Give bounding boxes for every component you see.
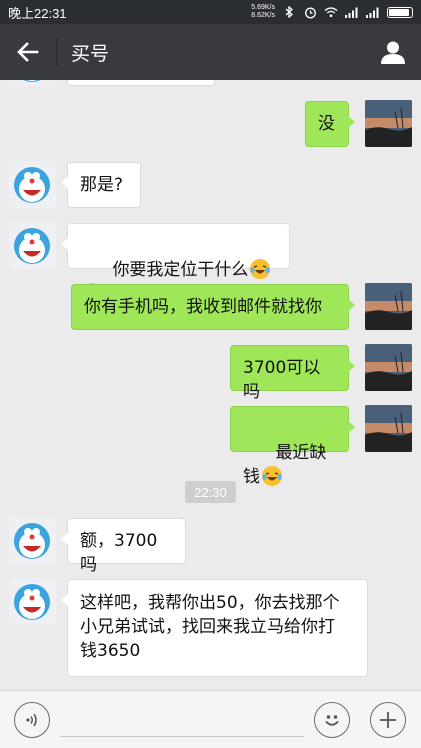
laughing-tears-emoji-icon: [262, 466, 282, 486]
title-bar: 买号: [0, 24, 421, 80]
message-bubble-incoming[interactable]: 你要我定位干什么: [61, 223, 290, 303]
chat-info-button[interactable]: [365, 24, 421, 80]
status-time: 晚上22:31: [8, 5, 67, 21]
back-button[interactable]: [0, 24, 56, 80]
laughing-tears-emoji-icon: [250, 259, 271, 279]
message-text: 你要我定位干什么: [112, 260, 249, 280]
contact-avatar[interactable]: [9, 578, 56, 625]
emoji-button[interactable]: [314, 702, 350, 738]
signal-icon-2: [366, 6, 380, 18]
input-bar: [0, 690, 421, 748]
more-options-button[interactable]: [370, 702, 406, 738]
smiley-icon: [325, 715, 339, 726]
message-bubble-outgoing[interactable]: 最近缺钱: [230, 406, 355, 487]
message-bubble-outgoing[interactable]: 没: [305, 101, 355, 147]
signal-icon-1: [345, 6, 359, 18]
voice-button[interactable]: [14, 702, 50, 738]
my-avatar[interactable]: [365, 344, 412, 391]
message-bubble-incoming[interactable]: 那是?: [61, 162, 141, 208]
timestamp-divider: 22:30: [185, 481, 236, 503]
status-icons: 5.69K/s 8.62K/s: [251, 4, 413, 20]
chat-title: 买号: [71, 42, 110, 65]
status-bar: 晚上22:31 5.69K/s 8.62K/s: [0, 0, 421, 24]
contact-avatar[interactable]: [9, 80, 56, 87]
arrow-left-icon: [17, 42, 39, 62]
plus-icon: [380, 712, 396, 728]
message-bubble-incoming[interactable]: [67, 80, 215, 86]
bluetooth-icon: [282, 6, 296, 18]
network-speed: 5.69K/s 8.62K/s: [251, 4, 275, 20]
battery-icon: [387, 6, 413, 18]
message-input[interactable]: [60, 703, 304, 737]
message-bubble-incoming[interactable]: 这样吧，我帮你出50，你去找那个 小兄弟试试，找回来我立马给你打 钱3650: [61, 579, 368, 677]
my-avatar[interactable]: [365, 405, 412, 452]
message-bubble-outgoing[interactable]: 你有手机吗，我收到邮件就找你: [71, 284, 355, 330]
voice-icon: [26, 713, 37, 727]
my-avatar[interactable]: [365, 283, 412, 330]
contact-avatar[interactable]: [9, 161, 56, 208]
contact-avatar[interactable]: [9, 517, 56, 564]
chat-area[interactable]: 没 那是? 你要我定位干什么 你有手机吗，我收到邮件就找你 3700可以吗 最近…: [0, 80, 421, 690]
net-speed-up: 5.69K/s: [251, 4, 275, 11]
wifi-icon: [324, 6, 338, 18]
message-text: 最近缺钱: [243, 443, 327, 487]
net-speed-down: 8.62K/s: [251, 12, 275, 19]
alarm-icon: [303, 6, 317, 18]
title-divider: [56, 38, 57, 66]
my-avatar[interactable]: [365, 100, 412, 147]
message-bubble-outgoing[interactable]: 3700可以吗: [230, 345, 355, 402]
message-bubble-incoming[interactable]: 额，3700吗: [61, 518, 186, 575]
contact-avatar[interactable]: [9, 222, 56, 269]
person-icon: [381, 41, 405, 64]
